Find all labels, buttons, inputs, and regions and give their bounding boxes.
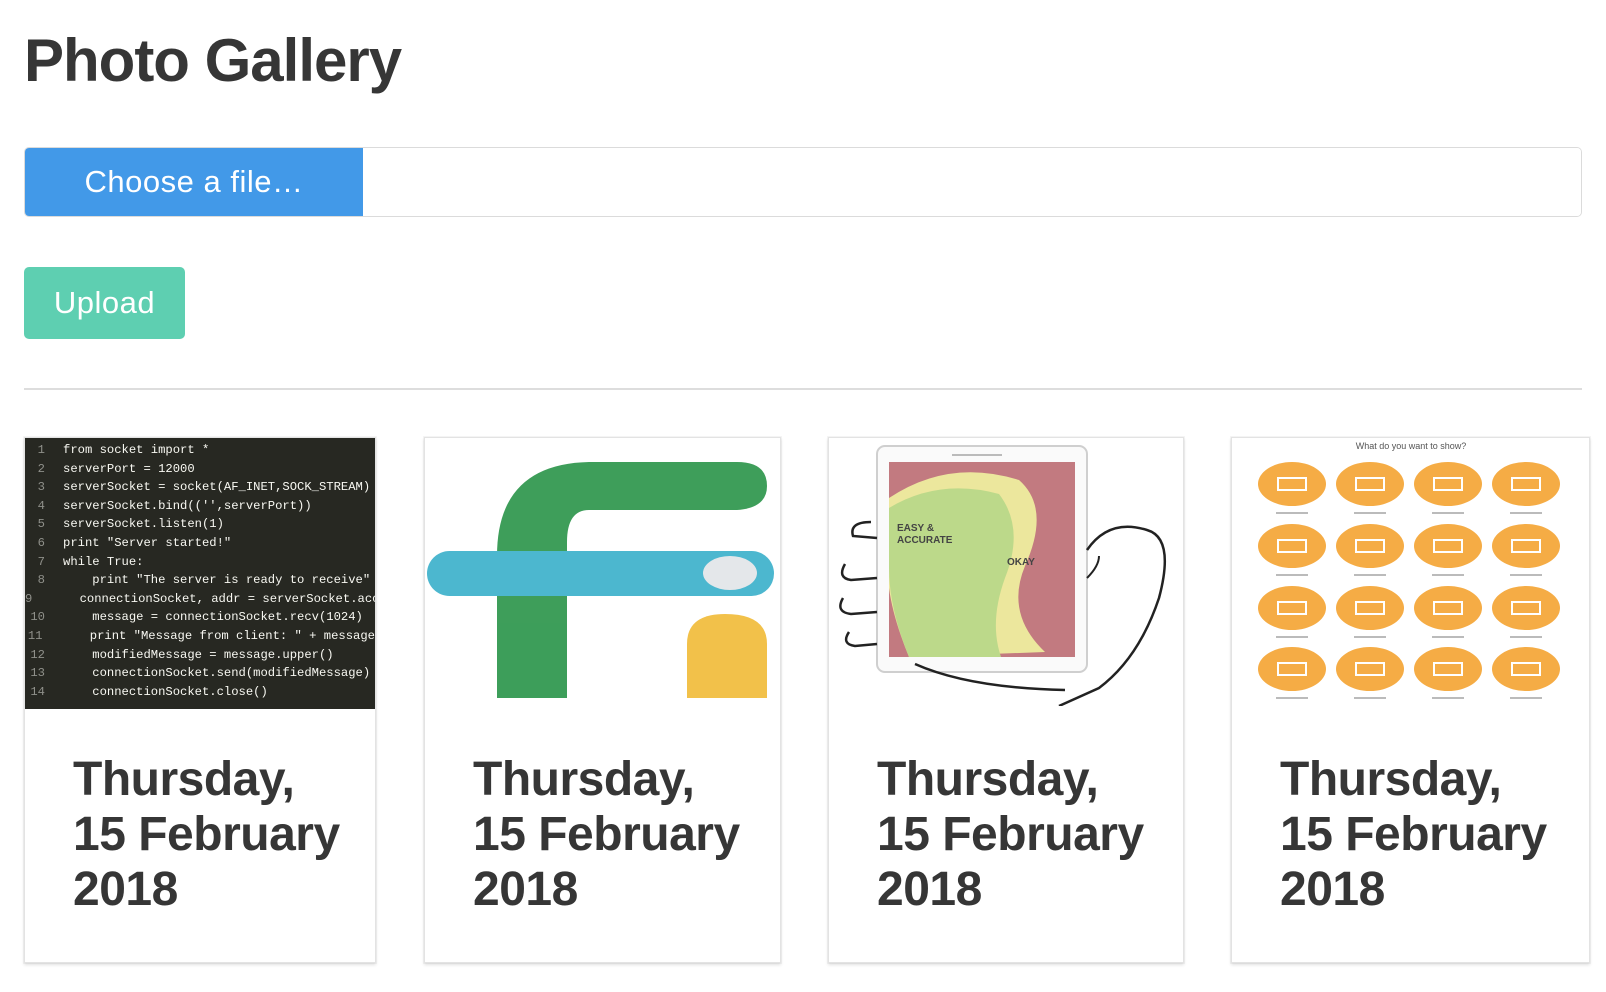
gallery-card-2[interactable]: Thursday, 15 February 2018 <box>424 437 781 963</box>
code-line: 11 print "Message from client: " + messa… <box>27 628 375 643</box>
divider <box>24 388 1582 390</box>
gallery-card-1[interactable]: 1 from socket import * 2 serverPort = 12000… <box>24 437 376 963</box>
code-line: 6 print "Server started!" <box>37 535 232 550</box>
card-date: Thursday, 15 February 2018 <box>1280 753 1547 916</box>
svg-text:What do you want to show?: What do you want to show? <box>1356 441 1467 451</box>
card-date: Thursday, 15 February 2018 <box>473 753 740 916</box>
choose-file-button[interactable]: Choose a file… <box>25 148 363 216</box>
chart-chooser-infographic-image: What do you want to show? <box>1232 438 1589 706</box>
infographic-circle <box>1414 647 1482 691</box>
code-screenshot-image: 1 from socket import * 2 serverPort = 12000… <box>25 438 375 709</box>
infographic-circle <box>1258 462 1326 506</box>
infographic-circle <box>1336 462 1404 506</box>
code-line: 3 serverSocket = socket(AF_INET,SOCK_STRE… <box>37 480 371 495</box>
infographic-circle <box>1336 586 1404 630</box>
svg-text:ACCURATE: ACCURATE <box>897 535 953 546</box>
project-fi-logo-image <box>425 438 780 706</box>
card-date: Thursday, 15 February 2018 <box>73 753 340 916</box>
code-line: 7 while True: <box>37 554 144 569</box>
infographic-circle <box>1414 462 1482 506</box>
infographic-circle <box>1492 524 1560 568</box>
infographic-circle <box>1414 524 1482 568</box>
code-line: 5 serverSocket.listen(1) <box>37 517 224 532</box>
code-line: 12 modifiedMessage = message.upper() <box>30 647 334 662</box>
infographic-circle <box>1258 524 1326 568</box>
code-line: 9 connectionSocket, addr = serverSocket.… <box>25 591 375 606</box>
code-line: 2 serverPort = 12000 <box>37 461 195 476</box>
file-upload-field[interactable]: Choose a file… <box>24 147 1582 217</box>
svg-text:OKAY: OKAY <box>1007 557 1035 568</box>
upload-button[interactable]: Upload <box>24 267 185 339</box>
infographic-circle <box>1492 647 1560 691</box>
infographic-circle <box>1258 586 1326 630</box>
code-line: 13 connectionSocket.send(modifiedMessage… <box>30 666 371 681</box>
code-line: 4 serverSocket.bind(('',serverPort)) <box>37 498 312 513</box>
gallery-card-4[interactable]: What do you want to show? Thursday, 15 F… <box>1231 437 1590 963</box>
page-title: Photo Gallery <box>24 27 402 94</box>
infographic-circle <box>1492 586 1560 630</box>
infographic-circle <box>1336 524 1404 568</box>
tablet-illustration-image: EASY & ACCURATE OKAY <box>829 438 1183 706</box>
infographic-circle <box>1492 462 1560 506</box>
gallery-card-3[interactable]: EASY & ACCURATE OKAY Thursday, 15 Februa… <box>828 437 1184 963</box>
card-date: Thursday, 15 February 2018 <box>877 753 1144 916</box>
svg-text:EASY &: EASY & <box>897 523 934 534</box>
file-name-display[interactable] <box>363 148 1581 216</box>
code-line: 8 print "The server is ready to receive" <box>37 573 371 588</box>
infographic-circle <box>1336 647 1404 691</box>
code-line: 14 connectionSocket.close() <box>30 684 268 699</box>
infographic-circle <box>1258 647 1326 691</box>
code-line: 10 message = connectionSocket.recv(1024) <box>30 610 363 625</box>
infographic-circle <box>1414 586 1482 630</box>
code-line: 1 from socket import * <box>37 443 210 457</box>
